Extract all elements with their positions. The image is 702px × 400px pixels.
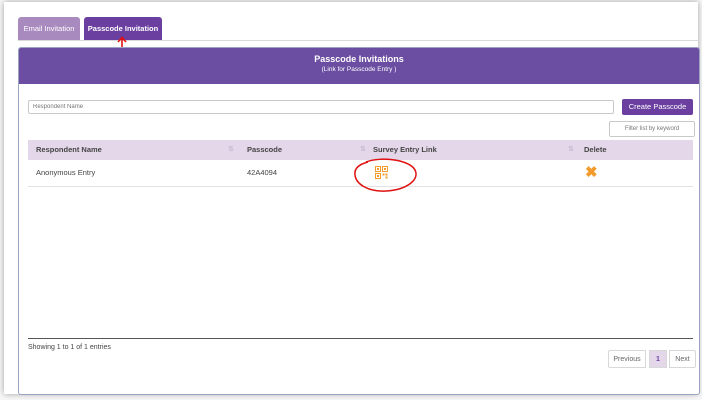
respondent-name-cell: Anonymous Entry: [36, 168, 96, 177]
create-passcode-button[interactable]: Create Passcode: [622, 99, 693, 115]
panel-title: Passcode Invitations: [314, 54, 404, 64]
sort-icon: ⇅: [360, 146, 366, 153]
column-header-passcode[interactable]: Passcode: [247, 140, 282, 160]
annotation-circle-icon: [354, 158, 417, 192]
delete-x-icon[interactable]: ✖: [585, 164, 598, 182]
next-page-button[interactable]: Next: [669, 350, 696, 368]
column-header-delete[interactable]: Delete: [584, 140, 607, 160]
sort-icon: ⇅: [568, 146, 574, 153]
filter-input[interactable]: Filter list by keyword: [609, 121, 695, 137]
table-header: Respondent Name ⇅ Passcode ⇅ Survey Entr…: [28, 140, 693, 160]
column-header-respondent-name[interactable]: Respondent Name: [36, 140, 102, 160]
passcode-panel: Passcode Invitations (Link for Passcode …: [18, 47, 700, 395]
tab-email-invitation[interactable]: Email Invitation: [18, 17, 80, 41]
table-footer-divider: [28, 338, 693, 339]
panel-subtitle: (Link for Passcode Entry ): [321, 66, 397, 73]
panel-header: Passcode Invitations (Link for Passcode …: [19, 48, 699, 84]
sort-icon: ⇅: [228, 146, 234, 153]
entries-info: Showing 1 to 1 of 1 entries: [28, 344, 111, 351]
column-header-survey-entry-link[interactable]: Survey Entry Link: [373, 140, 437, 160]
previous-page-button[interactable]: Previous: [608, 350, 646, 368]
page-1-button[interactable]: 1: [649, 350, 667, 368]
page-frame: Email Invitation Passcode Invitation Pas…: [4, 2, 700, 395]
passcode-cell: 42A4094: [247, 168, 278, 177]
respondent-name-input[interactable]: [28, 100, 614, 114]
